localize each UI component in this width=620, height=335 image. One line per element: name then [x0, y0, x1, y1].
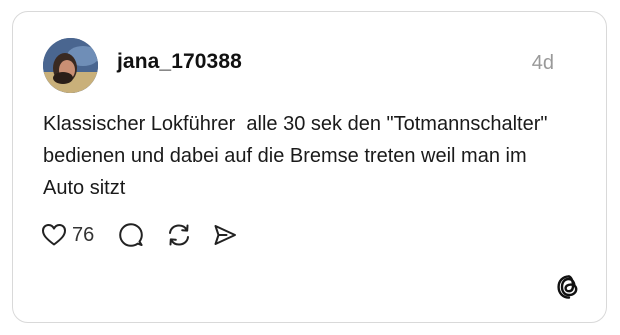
threads-logo [556, 274, 582, 300]
repost-icon [169, 224, 190, 246]
share-button[interactable] [212, 222, 238, 248]
avatar-image [43, 38, 98, 93]
username[interactable]: jana_170388 [117, 50, 242, 74]
like-button[interactable]: 76 [41, 223, 94, 247]
timestamp: 4d [531, 52, 554, 74]
post-text: Klassischer Lokführer alle 30 sek den "T… [43, 113, 554, 199]
heart-icon [42, 224, 66, 246]
comment-icon [119, 223, 144, 247]
like-count: 76 [72, 223, 95, 246]
avatar[interactable] [43, 38, 98, 93]
repost-button[interactable] [166, 222, 192, 248]
reply-button[interactable] [118, 222, 144, 248]
post-card: jana_170388 4d Klassischer Lokführer all… [12, 11, 607, 323]
send-icon [214, 225, 237, 245]
threads-logo-icon [557, 275, 578, 299]
action-bar: 76 [41, 220, 238, 250]
